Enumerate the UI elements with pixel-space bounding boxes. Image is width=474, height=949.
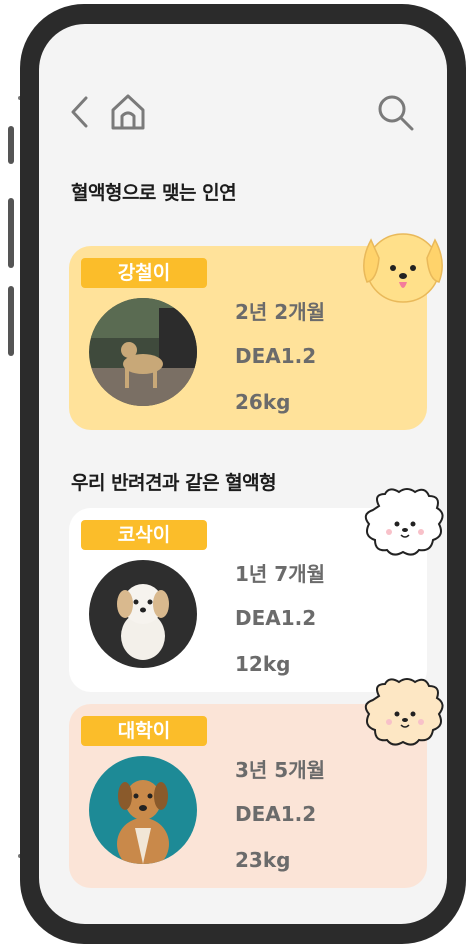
- dog-weight: 23kg: [235, 848, 291, 872]
- phone-frame: 혈액형으로 맺는 인연 강철이 2년 2개월 DEA1.2 26kg 우리 반려…: [20, 4, 466, 944]
- dog-weight: 12kg: [235, 652, 291, 676]
- search-button[interactable]: [377, 94, 415, 132]
- dog-age: 1년 7개월: [235, 562, 325, 586]
- chevron-left-icon: [71, 96, 88, 128]
- dog-photo: [89, 756, 197, 864]
- puppy-mascot-icon: [355, 222, 447, 306]
- dog-blood-type: DEA1.2: [235, 606, 317, 630]
- phone-side-button: [8, 286, 14, 356]
- app-screen: 혈액형으로 맺는 인연 강철이 2년 2개월 DEA1.2 26kg 우리 반려…: [39, 24, 447, 924]
- dog-name-tag: 대학이: [81, 716, 207, 746]
- search-icon: [378, 95, 414, 131]
- dog-name-tag: 강철이: [81, 258, 207, 288]
- home-button[interactable]: [109, 92, 147, 132]
- phone-side-button: [8, 126, 14, 164]
- phone-side-button: [8, 198, 14, 268]
- dog-weight: 26kg: [235, 390, 291, 414]
- dog-name-tag: 코삭이: [81, 520, 207, 550]
- back-button[interactable]: [67, 94, 93, 130]
- section-title-matched: 혈액형으로 맺는 인연: [71, 182, 237, 204]
- poodle-mascot-icon: [359, 486, 447, 560]
- dog-blood-type: DEA1.2: [235, 802, 317, 826]
- poodle-mascot-icon: [361, 676, 447, 750]
- dog-blood-type: DEA1.2: [235, 344, 317, 368]
- dog-photo: [89, 298, 197, 406]
- home-icon: [111, 94, 145, 130]
- dog-age: 2년 2개월: [235, 300, 325, 324]
- dog-photo: [89, 560, 197, 668]
- section-title-same-type: 우리 반려견과 같은 혈액형: [71, 472, 277, 494]
- dog-age: 3년 5개월: [235, 758, 325, 782]
